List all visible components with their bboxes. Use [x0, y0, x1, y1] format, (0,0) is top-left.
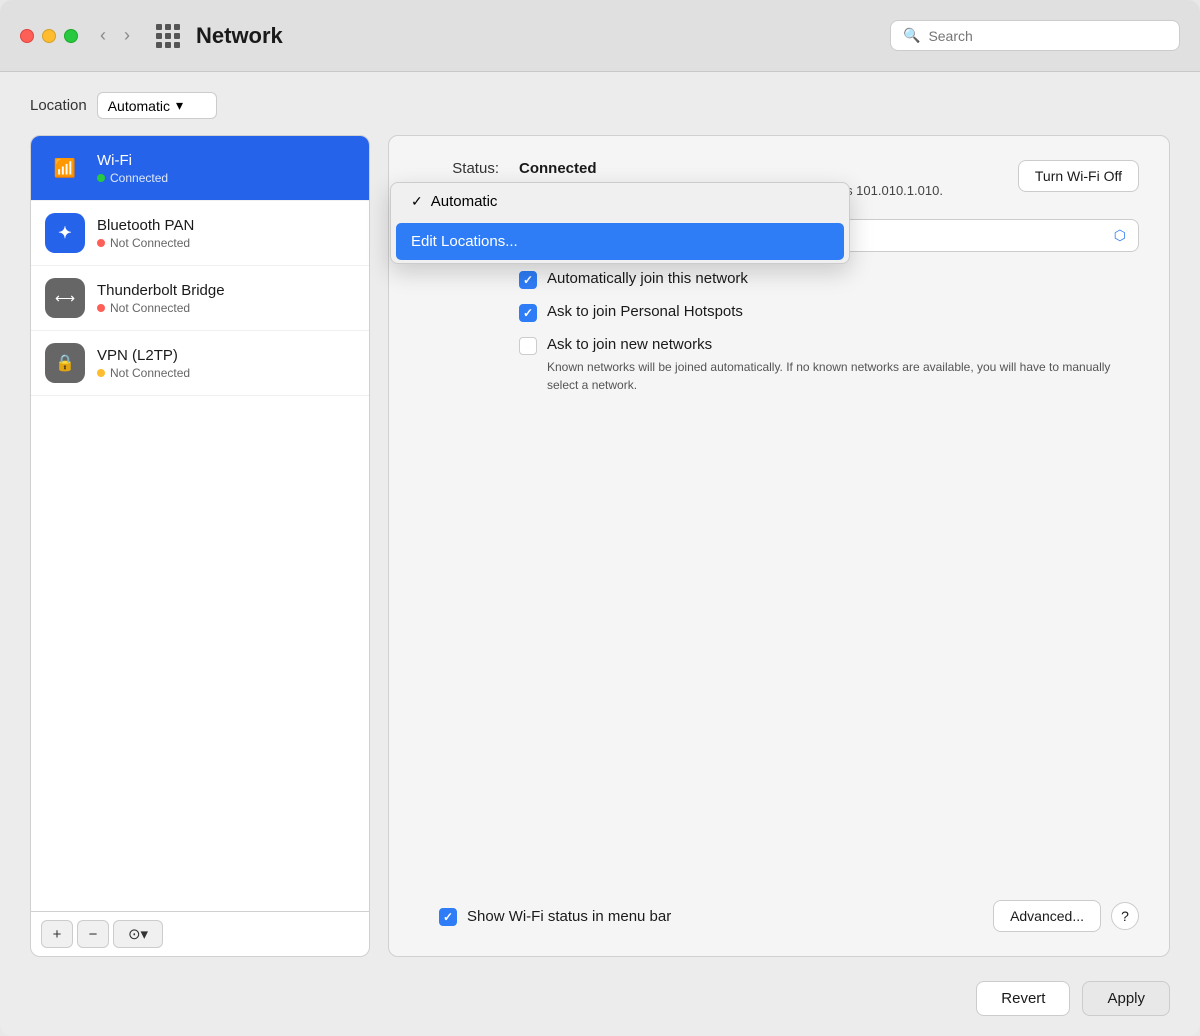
show-wifi-checkbox[interactable] — [439, 908, 457, 926]
checkboxes-section: Automatically join this network Ask to j… — [419, 270, 1139, 394]
vpn-icon: 🔒 — [45, 343, 85, 383]
ask-hotspots-checkbox[interactable] — [519, 304, 537, 322]
sidebar-list: 📶 Wi-Fi Connected ✦ — [31, 136, 369, 911]
ask-new-networks-label: Ask to join new networks — [547, 336, 712, 353]
search-icon: 🔍 — [903, 27, 920, 44]
add-network-button[interactable]: + — [41, 920, 73, 948]
select-arrows-icon: ⬡ — [1114, 227, 1126, 244]
content-area: Location Automatic ▾ ✓ Automatic Edit Lo… — [0, 72, 1200, 967]
window-bottom-bar: Revert Apply — [0, 967, 1200, 1036]
maximize-button[interactable] — [64, 29, 78, 43]
apply-button[interactable]: Apply — [1082, 981, 1170, 1016]
nav-buttons: ‹ › — [94, 21, 136, 50]
status-label: Status: — [419, 160, 499, 177]
help-button[interactable]: ? — [1111, 902, 1139, 930]
close-button[interactable] — [20, 29, 34, 43]
ask-new-networks-group: Ask to join new networks Known networks … — [519, 336, 1139, 394]
bt-status-dot — [97, 239, 105, 247]
ask-new-networks-sublabel: Known networks will be joined automatica… — [547, 358, 1139, 394]
tb-status-dot — [97, 304, 105, 312]
location-label: Location — [30, 97, 87, 114]
back-button[interactable]: ‹ — [94, 21, 112, 50]
location-dropdown-menu: ✓ Automatic Edit Locations... — [390, 182, 850, 264]
bottom-actions: Advanced... ? — [993, 900, 1139, 932]
main-window: ‹ › Network 🔍 Location Automatic ▾ — [0, 0, 1200, 1036]
dropdown-item-automatic[interactable]: ✓ Automatic — [391, 183, 849, 220]
status-value: Connected — [519, 160, 998, 177]
wifi-status-dot — [97, 174, 105, 182]
sidebar-tb-name: Thunderbolt Bridge — [97, 282, 225, 299]
forward-button[interactable]: › — [118, 21, 136, 50]
ask-new-networks-row: Ask to join new networks — [519, 336, 1139, 355]
auto-join-row: Automatically join this network — [519, 270, 1139, 289]
page-title: Network — [196, 23, 283, 49]
grid-icon — [156, 24, 180, 48]
bottom-row: Show Wi-Fi status in menu bar Advanced..… — [419, 900, 1139, 932]
minimize-button[interactable] — [42, 29, 56, 43]
dropdown-arrow-icon: ▾ — [176, 97, 183, 114]
wifi-icon: 📶 — [45, 148, 85, 188]
vpn-status-dot — [97, 369, 105, 377]
location-dropdown[interactable]: Automatic ▾ — [97, 92, 217, 119]
tb-status-text: Not Connected — [110, 301, 190, 315]
checkmark-icon: ✓ — [411, 193, 423, 210]
show-wifi-label: Show Wi-Fi status in menu bar — [467, 908, 671, 925]
action-icon: ⊙ — [128, 925, 141, 943]
sidebar-wifi-name: Wi-Fi — [97, 152, 168, 169]
ask-hotspots-row: Ask to join Personal Hotspots — [519, 303, 1139, 322]
ask-hotspots-label: Ask to join Personal Hotspots — [547, 303, 743, 320]
dropdown-item-edit-locations[interactable]: Edit Locations... — [396, 223, 844, 260]
ask-new-networks-checkbox[interactable] — [519, 337, 537, 355]
sidebar-footer: + − ⊙ ▾ — [31, 911, 369, 956]
thunderbolt-icon: ⟷ — [45, 278, 85, 318]
sidebar-item-vpn[interactable]: 🔒 VPN (L2TP) Not Connected — [31, 331, 369, 396]
bt-status-text: Not Connected — [110, 236, 190, 250]
sidebar-item-thunderbolt[interactable]: ⟷ Thunderbolt Bridge Not Connected — [31, 266, 369, 331]
titlebar: ‹ › Network 🔍 — [0, 0, 1200, 72]
action-button[interactable]: ⊙ ▾ — [113, 920, 163, 948]
sidebar-item-bluetooth[interactable]: ✦ Bluetooth PAN Not Connected — [31, 201, 369, 266]
sidebar-bt-name: Bluetooth PAN — [97, 217, 194, 234]
traffic-lights — [20, 29, 78, 43]
sidebar-item-wifi[interactable]: 📶 Wi-Fi Connected — [31, 136, 369, 201]
grid-view-button[interactable] — [152, 20, 184, 52]
location-bar: Location Automatic ▾ — [30, 92, 1170, 119]
sidebar-vpn-name: VPN (L2TP) — [97, 347, 190, 364]
remove-network-button[interactable]: − — [77, 920, 109, 948]
search-box: 🔍 — [890, 20, 1180, 51]
bluetooth-icon: ✦ — [45, 213, 85, 253]
turn-wifi-off-button[interactable]: Turn Wi-Fi Off — [1018, 160, 1139, 192]
revert-button[interactable]: Revert — [976, 981, 1070, 1016]
auto-join-checkbox[interactable] — [519, 271, 537, 289]
dropdown-edit-label: Edit Locations... — [411, 233, 518, 250]
sidebar: 📶 Wi-Fi Connected ✦ — [30, 135, 370, 957]
location-value: Automatic — [108, 98, 170, 114]
search-input[interactable] — [928, 28, 1167, 44]
action-arrow-icon: ▾ — [141, 925, 149, 943]
dropdown-automatic-label: Automatic — [431, 193, 498, 210]
auto-join-label: Automatically join this network — [547, 270, 748, 287]
show-wifi-row: Show Wi-Fi status in menu bar — [439, 907, 981, 926]
advanced-button[interactable]: Advanced... — [993, 900, 1101, 932]
wifi-status-text: Connected — [110, 171, 168, 185]
vpn-status-text: Not Connected — [110, 366, 190, 380]
